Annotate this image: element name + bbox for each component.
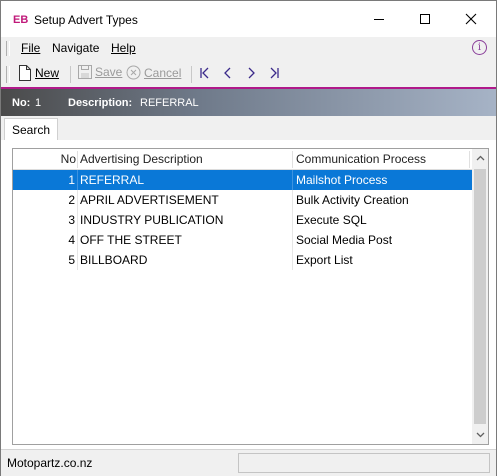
toolbar-separator <box>70 66 71 83</box>
save-icon <box>78 65 92 79</box>
vertical-scrollbar[interactable] <box>472 149 488 444</box>
cell-divider <box>292 230 293 250</box>
record-description-label: Description: <box>68 97 133 109</box>
window-title: Setup Advert Types <box>34 13 138 27</box>
column-divider <box>469 151 470 168</box>
toolbar-separator <box>191 66 192 83</box>
column-divider <box>77 151 78 168</box>
cell-communication-process: Social Media Post <box>296 233 393 247</box>
cell-divider <box>292 190 293 210</box>
menu-navigate[interactable]: Navigate <box>52 41 99 55</box>
last-record-button[interactable] <box>267 66 281 80</box>
cell-advertising-description: INDUSTRY PUBLICATION <box>80 213 224 227</box>
table-row[interactable]: 5 BILLBOARD Export List <box>13 250 472 270</box>
toolbar-grip <box>6 66 10 83</box>
cell-divider <box>77 250 78 270</box>
cell-communication-process: Mailshot Process <box>296 173 388 187</box>
menu-help-label: Help <box>111 41 136 55</box>
cell-advertising-description: BILLBOARD <box>80 253 148 267</box>
status-panel <box>238 453 490 473</box>
table-row[interactable]: 1 REFERRAL Mailshot Process <box>13 170 472 190</box>
column-header-no[interactable]: No <box>13 149 76 169</box>
scroll-up-button[interactable] <box>472 150 488 166</box>
new-document-icon <box>19 65 31 81</box>
table-row[interactable]: 3 INDUSTRY PUBLICATION Execute SQL <box>13 210 472 230</box>
table-row[interactable]: 2 APRIL ADVERTISEMENT Bulk Activity Crea… <box>13 190 472 210</box>
column-divider <box>292 151 293 168</box>
menu-bar: File Navigate Help i <box>1 37 496 60</box>
maximize-button[interactable] <box>402 1 448 37</box>
menu-help[interactable]: Help <box>111 41 136 55</box>
cell-divider <box>77 190 78 210</box>
minimize-button[interactable] <box>356 1 402 37</box>
cell-no: 1 <box>68 173 75 187</box>
column-header-advertising-description[interactable]: Advertising Description <box>80 149 203 169</box>
advert-types-grid[interactable]: No Advertising Description Communication… <box>12 148 489 445</box>
info-icon[interactable]: i <box>472 40 487 55</box>
setup-advert-types-window: EB Setup Advert Types File Navigate Help… <box>0 0 497 476</box>
grid-header: No Advertising Description Communication… <box>13 149 472 170</box>
record-header: No: 1 Description: REFERRAL <box>1 89 496 116</box>
cancel-button-label: Cancel <box>144 65 182 80</box>
cell-divider <box>292 250 293 270</box>
last-record-icon <box>270 67 279 79</box>
cell-divider <box>292 210 293 230</box>
chevron-down-icon <box>476 432 484 438</box>
menu-file[interactable]: File <box>21 41 40 55</box>
cell-communication-process: Export List <box>296 253 353 267</box>
new-button[interactable]: New <box>18 65 59 81</box>
cell-advertising-description: OFF THE STREET <box>80 233 182 247</box>
next-record-button[interactable] <box>244 66 258 80</box>
app-logo: EB <box>13 14 29 26</box>
previous-record-button[interactable] <box>221 66 235 80</box>
cell-advertising-description: REFERRAL <box>80 173 145 187</box>
status-bar: Motopartz.co.nz <box>1 449 496 476</box>
record-no-label: No: <box>12 97 31 109</box>
cell-divider <box>77 210 78 230</box>
cell-advertising-description: APRIL ADVERTISEMENT <box>80 193 219 207</box>
toolbar: New Save Cancel <box>1 60 496 87</box>
save-button-label: Save <box>95 65 123 79</box>
menu-file-label: File <box>21 41 41 55</box>
record-description-value: REFERRAL <box>140 97 199 109</box>
tab-strip: Search <box>1 116 496 141</box>
first-record-icon <box>200 67 209 79</box>
cancel-icon <box>126 65 141 80</box>
cell-communication-process: Bulk Activity Creation <box>296 193 409 207</box>
chevron-up-icon <box>476 155 484 161</box>
menu-grip <box>6 41 10 56</box>
first-record-button[interactable] <box>198 66 212 80</box>
column-header-communication-process[interactable]: Communication Process <box>296 149 426 169</box>
status-text: Motopartz.co.nz <box>7 456 93 470</box>
cell-communication-process: Execute SQL <box>296 213 367 227</box>
cell-no: 4 <box>68 233 75 247</box>
scrollbar-thumb[interactable] <box>474 169 486 424</box>
close-icon <box>465 13 477 25</box>
new-button-label: New <box>35 66 60 80</box>
next-record-icon <box>248 67 255 79</box>
record-no-value: 1 <box>35 97 42 109</box>
scroll-down-button[interactable] <box>472 427 488 443</box>
maximize-icon <box>420 14 430 24</box>
previous-record-icon <box>224 67 231 79</box>
cell-divider <box>77 170 78 190</box>
cell-no: 3 <box>68 213 75 227</box>
title-bar: EB Setup Advert Types <box>1 1 496 37</box>
cancel-button[interactable]: Cancel <box>126 65 181 80</box>
cell-no: 2 <box>68 193 75 207</box>
minimize-icon <box>374 19 384 20</box>
save-button[interactable]: Save <box>78 65 122 79</box>
cell-no: 5 <box>68 253 75 267</box>
table-row[interactable]: 4 OFF THE STREET Social Media Post <box>13 230 472 250</box>
tab-search[interactable]: Search <box>4 118 58 140</box>
cell-divider <box>292 170 293 190</box>
search-panel: No Advertising Description Communication… <box>1 140 496 449</box>
cell-divider <box>77 230 78 250</box>
close-button[interactable] <box>448 1 494 37</box>
